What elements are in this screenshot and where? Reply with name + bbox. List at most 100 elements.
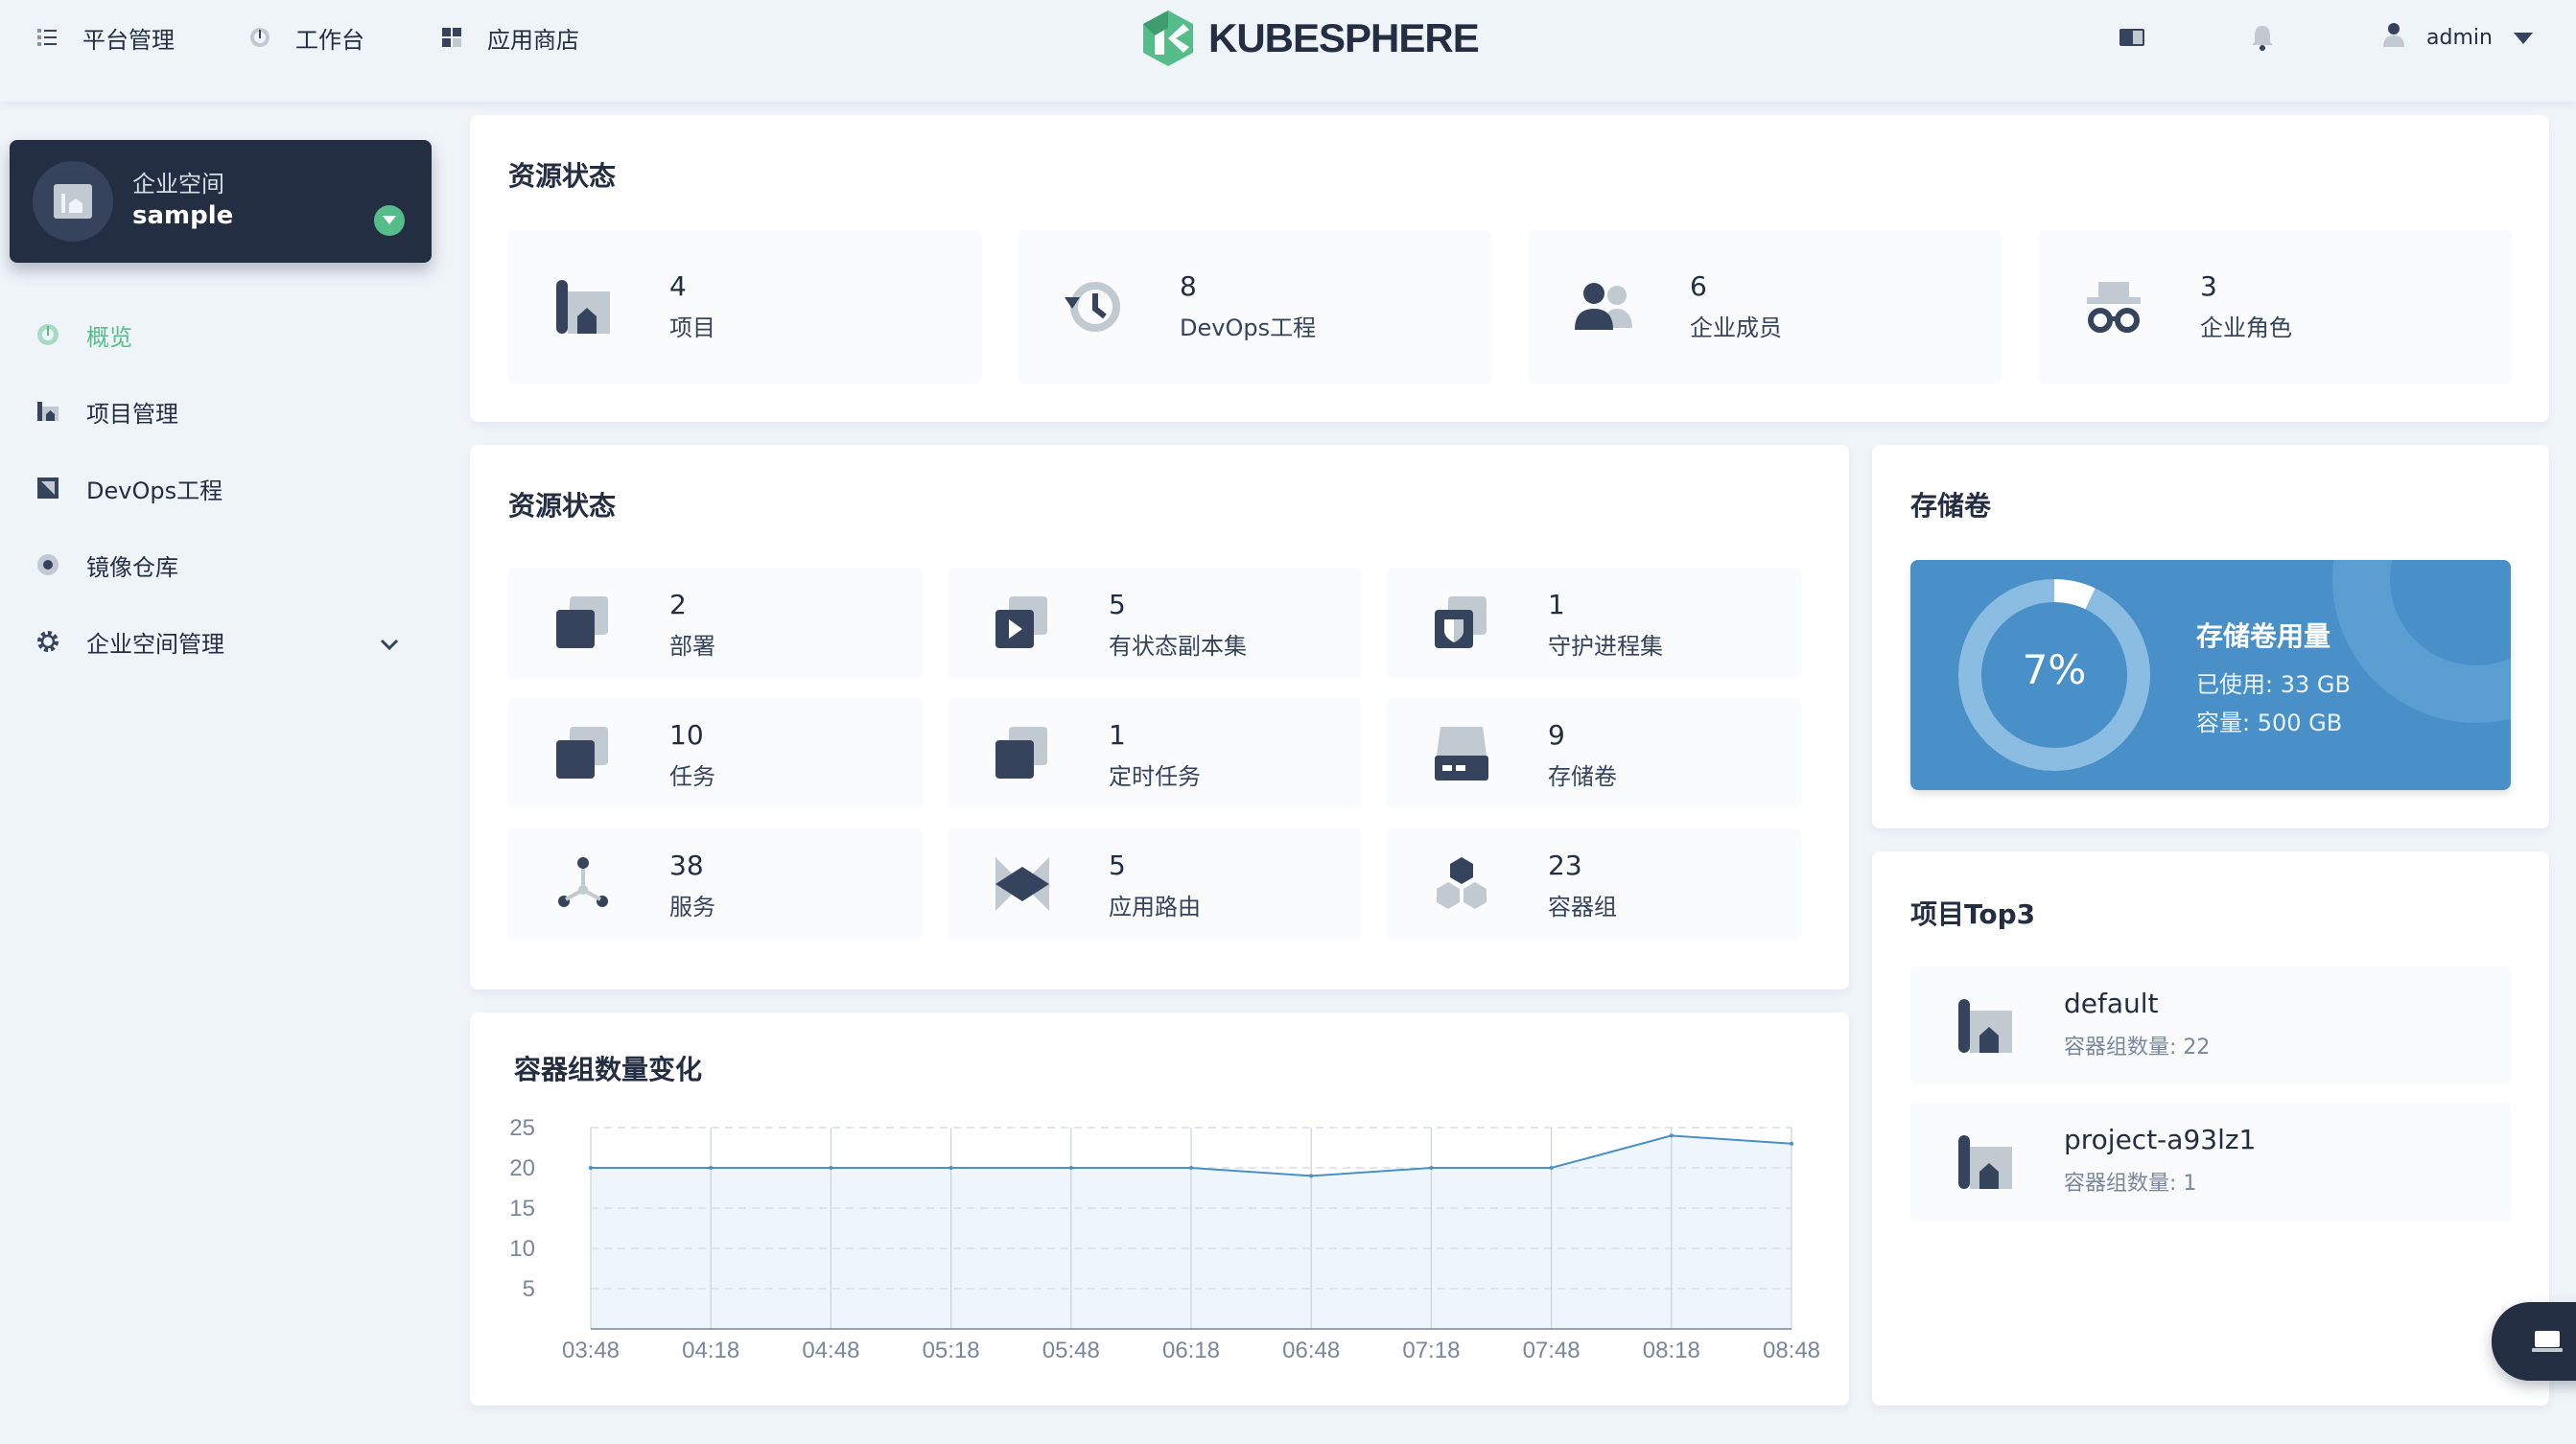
history-clock-icon <box>1065 282 1120 332</box>
user-avatar-icon <box>2382 22 2405 53</box>
stat-pods[interactable]: 23 容器组 <box>1387 828 1801 940</box>
stat-roles[interactable]: 3 企业角色 <box>2039 230 2513 384</box>
service-tree-icon <box>558 857 608 907</box>
project-name: project-a93lz1 <box>2064 1124 2257 1155</box>
stat-value: 5 <box>1109 589 1126 620</box>
stat-deployments[interactable]: 2 部署 <box>508 568 923 679</box>
chevron-down-icon[interactable] <box>380 630 399 657</box>
panel-title: 项目Top3 <box>1910 898 2036 930</box>
chart-data-point <box>1790 1141 1793 1146</box>
pod-count-chart: 5 10 15 20 25 03:48 04:18 04:48 05:18 05:48 06:18 0… <box>509 1115 1820 1363</box>
project-icon <box>556 280 610 334</box>
deployment-icon <box>556 596 608 648</box>
panel-title: 资源状态 <box>508 490 617 522</box>
stat-devops[interactable]: 8 DevOps工程 <box>1019 230 1492 384</box>
sidebar-item-workspace-settings[interactable]: 企业空间管理 <box>35 622 399 661</box>
project-name: default <box>2064 988 2159 1019</box>
chart-data-point <box>1549 1166 1554 1170</box>
stat-statefulsets[interactable]: 5 有状态副本集 <box>948 568 1362 679</box>
stat-label: 守护进程集 <box>1548 633 1663 660</box>
stat-label: 应用路由 <box>1109 894 1201 920</box>
stat-routes[interactable]: 5 应用路由 <box>948 828 1362 940</box>
chart-x-tick-label: 07:48 <box>1523 1338 1581 1363</box>
stat-value: 9 <box>1548 719 1565 751</box>
floating-toolbox-button[interactable] <box>2492 1302 2576 1381</box>
chart-data-point <box>948 1166 953 1170</box>
pods-hexagon-icon <box>1437 857 1487 909</box>
stat-daemonsets[interactable]: 1 守护进程集 <box>1387 568 1801 679</box>
workspace-icon <box>54 184 92 219</box>
top-navbar: 平台管理 工作台 应用商店 KUBESPHERE admin <box>0 0 2576 102</box>
chart-x-tick-label: 08:18 <box>1643 1338 1700 1363</box>
stat-value: 6 <box>1690 270 1707 302</box>
storage-percent: 7% <box>2022 646 2087 693</box>
sidebar-item-overview[interactable]: 概览 <box>35 315 399 354</box>
sidebar-item-label: 概览 <box>86 323 132 351</box>
docs-book-icon[interactable] <box>2118 23 2146 52</box>
workspace-selector[interactable]: 企业空间 sample <box>10 140 432 263</box>
cronjob-icon <box>995 727 1047 779</box>
chart-x-tick-label: 04:48 <box>802 1338 859 1363</box>
project-icon <box>1958 999 2012 1053</box>
stat-value: 23 <box>1548 850 1582 881</box>
sidebar-item-projects[interactable]: 项目管理 <box>35 392 399 431</box>
dashboard-gauge-icon <box>247 25 272 50</box>
stat-volumes[interactable]: 9 存储卷 <box>1387 698 1801 809</box>
chart-x-tick-label: 04:18 <box>682 1338 739 1363</box>
gear-icon <box>35 628 61 655</box>
nav-workbench[interactable]: 工作台 <box>247 21 364 54</box>
stat-value: 5 <box>1109 850 1126 881</box>
stat-members[interactable]: 6 企业成员 <box>1529 230 2002 384</box>
stat-projects[interactable]: 4 项目 <box>508 230 982 384</box>
chart-x-tick-label: 06:18 <box>1162 1338 1220 1363</box>
top3-item[interactable]: default 容器组数量: 22 <box>1910 967 2511 1085</box>
notification-bell-icon[interactable] <box>2248 23 2277 52</box>
sidebar-item-label: 企业空间管理 <box>86 630 224 658</box>
stat-value: 4 <box>669 270 687 302</box>
storage-usage-card[interactable]: 7% 存储卷用量 已使用: 33 GB 容量: 500 GB <box>1910 560 2511 790</box>
storage-capacity: 容量: 500 GB <box>2196 710 2343 736</box>
nav-label: 应用商店 <box>487 26 579 54</box>
top3-item[interactable]: project-a93lz1 容器组数量: 1 <box>1910 1103 2511 1222</box>
workspace-avatar <box>33 161 113 242</box>
stat-value: 1 <box>1109 719 1126 751</box>
project-pod-count: 容器组数量: 22 <box>2064 1036 2211 1060</box>
workspace-label: 企业空间 <box>132 171 224 198</box>
project-pod-count: 容器组数量: 1 <box>2064 1172 2197 1196</box>
stat-value: 8 <box>1180 270 1197 302</box>
nav-app-store[interactable]: 应用商店 <box>439 21 579 54</box>
stat-jobs[interactable]: 10 任务 <box>508 698 923 809</box>
chart-data-point <box>1068 1166 1073 1170</box>
chart-y-tick-label: 5 <box>523 1276 535 1302</box>
user-menu[interactable]: admin <box>2382 19 2533 56</box>
stat-label: 服务 <box>669 894 715 920</box>
nav-platform-management[interactable]: 平台管理 <box>35 21 175 54</box>
stat-label: DevOps工程 <box>1180 314 1317 341</box>
job-icon <box>556 727 608 779</box>
chart-x-tick-label: 05:18 <box>923 1338 980 1363</box>
daemonset-icon <box>1435 596 1487 648</box>
chart-x-tick-label: 07:18 <box>1402 1338 1460 1363</box>
members-icon <box>1575 283 1632 330</box>
stat-cronjobs[interactable]: 1 定时任务 <box>948 698 1362 809</box>
sidebar-item-label: DevOps工程 <box>86 477 223 504</box>
stat-label: 企业成员 <box>1690 314 1782 341</box>
sidebar-item-devops[interactable]: DevOps工程 <box>35 469 399 507</box>
app-store-grid-icon <box>439 25 464 50</box>
project-icon <box>1958 1135 2012 1189</box>
stat-services[interactable]: 38 服务 <box>508 828 923 940</box>
route-icon <box>995 857 1049 911</box>
logo-text: KUBESPHERE <box>1208 15 1480 60</box>
sidebar-item-label: 镜像仓库 <box>86 553 178 581</box>
kubesphere-logo-icon <box>1143 11 1193 66</box>
workspace-dropdown-icon[interactable] <box>374 205 405 236</box>
kubesphere-logo[interactable]: KUBESPHERE <box>1141 8 1480 69</box>
chart-data-point <box>589 1166 593 1170</box>
chart-y-tick-label: 10 <box>509 1236 535 1262</box>
resource-status-panel: 资源状态 4 项目 8 DevOps工程 6 企业成员 3 企业角色 <box>470 115 2549 422</box>
pod-count-chart-panel: 容器组数量变化 5 10 15 20 25 03:48 04:18 04:48 05:18 05:… <box>470 1013 1849 1406</box>
sidebar-item-image-registry[interactable]: 镜像仓库 <box>35 546 399 584</box>
stat-value: 2 <box>669 589 687 620</box>
panel-title: 存储卷 <box>1910 490 1992 522</box>
chart-x-tick-label: 06:48 <box>1282 1338 1340 1363</box>
